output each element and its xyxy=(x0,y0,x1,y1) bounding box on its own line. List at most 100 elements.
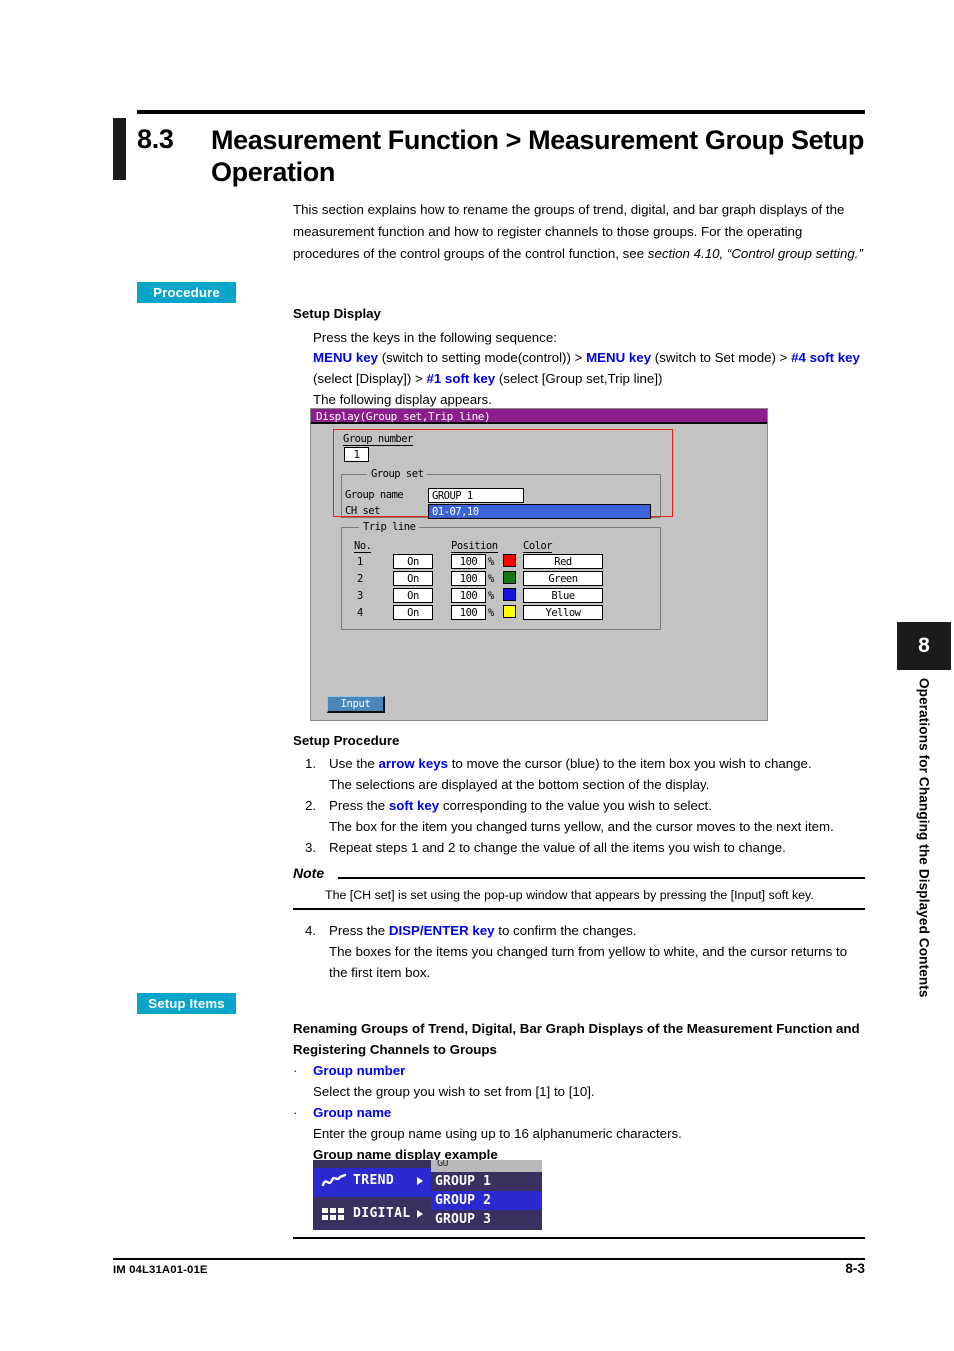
group-set-caption: Group set xyxy=(367,468,428,480)
seq-text-1: (switch to setting mode(control)) > xyxy=(378,350,587,365)
footer-rule xyxy=(113,1258,865,1260)
trip-state-field[interactable]: On xyxy=(393,554,433,569)
trip-line-caption: Trip line xyxy=(359,521,420,533)
table-row: 4 xyxy=(357,607,363,619)
setup-display-line1: Press the keys in the following sequence… xyxy=(313,330,557,345)
list-item[interactable]: GROUP 2 xyxy=(431,1191,542,1210)
menu-item-label: TREND xyxy=(353,1173,395,1188)
trip-state-field[interactable]: On xyxy=(393,605,433,620)
input-soft-key-label: Input xyxy=(340,698,371,710)
percent-sign: % xyxy=(488,590,494,602)
procedure-step-3: 3. Repeat steps 1 and 2 to change the va… xyxy=(305,837,875,858)
menu-key-1: MENU key xyxy=(313,350,379,365)
soft-key-4: #4 soft key xyxy=(791,350,860,365)
color-swatch xyxy=(503,588,516,601)
device-screen: Display(Group set,Trip line) Group numbe… xyxy=(310,408,768,721)
seq-text-3: (select [Display]) > xyxy=(313,371,427,386)
color-swatch xyxy=(503,571,516,584)
setup-display-heading: Setup Display xyxy=(293,306,381,321)
step-number: 1. xyxy=(305,756,317,771)
trip-color-field[interactable]: Yellow xyxy=(523,605,603,620)
note-body: The [CH set] is set using the pop-up win… xyxy=(325,888,814,902)
arrow-keys-key: arrow keys xyxy=(378,756,449,771)
chapter-tab-text: Operations for Changing the Displayed Co… xyxy=(916,678,932,998)
bullet-group-name: · Group name xyxy=(293,1102,391,1123)
section-number: 8.3 xyxy=(137,124,174,154)
step-number: 4. xyxy=(305,923,317,938)
disp-enter-key: DISP/ENTER key xyxy=(388,923,495,938)
trip-state-field[interactable]: On xyxy=(393,571,433,586)
step-post: to move the cursor (blue) to the item bo… xyxy=(448,756,812,771)
bullet-dot: · xyxy=(293,1105,298,1120)
bullet-group-number-desc: Select the group you wish to set from [1… xyxy=(313,1084,595,1099)
step-number: 3. xyxy=(305,840,317,855)
trip-color-field[interactable]: Blue xyxy=(523,588,603,603)
group-list: GROUP 1 GROUP 2 GROUP 3 xyxy=(431,1172,542,1230)
procedure-step-4: 4. Press the DISP/ENTER key to confirm t… xyxy=(305,920,875,941)
chapter-tab-block: 8 xyxy=(897,622,951,670)
menu-item-digital[interactable]: DIGITAL xyxy=(313,1201,431,1230)
note-rule-bottom xyxy=(293,908,865,910)
ch-set-label: CH set xyxy=(345,505,380,517)
bullet-label: Group name xyxy=(313,1105,392,1120)
table-row: 2 xyxy=(357,573,363,585)
percent-sign: % xyxy=(488,573,494,585)
device-title-text: Display(Group set,Trip line) xyxy=(316,410,491,423)
trip-color-field[interactable]: Green xyxy=(523,571,603,586)
trip-state-field[interactable]: On xyxy=(393,588,433,603)
note-rule-top xyxy=(338,877,865,879)
list-item[interactable]: GROUP 1 xyxy=(431,1172,542,1191)
step-pre: Press the xyxy=(329,923,389,938)
group-number-field[interactable]: 1 xyxy=(344,447,369,462)
trip-position-field[interactable]: 100 xyxy=(451,554,486,569)
table-row: 1 xyxy=(357,556,363,568)
group-name-field[interactable]: GROUP 1 xyxy=(428,488,524,503)
seq-text-4: (select [Group set,Trip line]) xyxy=(495,371,663,386)
soft-key-key: soft key xyxy=(388,798,440,813)
ch-set-field[interactable]: 01-07,10 xyxy=(428,504,651,519)
procedure-step-1-sub: The selections are displayed at the bott… xyxy=(329,777,710,792)
step-text: Use the arrow keys to move the cursor (b… xyxy=(329,753,875,774)
column-color: Color xyxy=(523,540,553,553)
intro-italic-1: section 4.10, xyxy=(647,246,724,261)
chevron-right-icon xyxy=(417,1177,423,1185)
table-row: 3 xyxy=(357,590,363,602)
chevron-right-icon xyxy=(417,1210,423,1218)
procedure-badge: Procedure xyxy=(137,282,236,303)
bullet-label: Group number xyxy=(313,1063,406,1078)
soft-key-1: #1 soft key xyxy=(426,371,496,386)
digital-grid-icon xyxy=(321,1206,347,1224)
list-item[interactable]: GROUP 3 xyxy=(431,1210,542,1229)
footer-page-number: 8-3 xyxy=(845,1261,865,1276)
chapter-marker-bar xyxy=(113,118,126,180)
trip-position-field[interactable]: 100 xyxy=(451,605,486,620)
trip-color-field[interactable]: Red xyxy=(523,554,603,569)
input-soft-key[interactable]: Input xyxy=(327,696,385,713)
step-pre: Use the xyxy=(329,756,379,771)
step-post: to confirm the changes. xyxy=(494,923,637,938)
step-post: corresponding to the value you wish to s… xyxy=(439,798,712,813)
key-sequence: MENU key (switch to setting mode(control… xyxy=(313,347,865,389)
percent-sign: % xyxy=(488,607,494,619)
menu-item-trend[interactable]: TREND xyxy=(313,1168,431,1197)
procedure-step-1: 1. Use the arrow keys to move the cursor… xyxy=(305,753,875,774)
setup-display-line3: The following display appears. xyxy=(313,392,492,407)
group-name-label: Group name xyxy=(345,489,404,501)
intro-italic-2: “Control group setting.” xyxy=(726,246,863,261)
column-no: No. xyxy=(354,540,372,553)
example-rule xyxy=(293,1237,865,1239)
column-position: Position xyxy=(451,540,498,553)
trip-line-box xyxy=(341,527,661,630)
color-swatch xyxy=(503,554,516,567)
page-title: Measurement Function > Measurement Group… xyxy=(211,125,864,187)
trip-position-field[interactable]: 100 xyxy=(451,571,486,586)
bullet-group-name-desc: Enter the group name using up to 16 alph… xyxy=(313,1126,682,1141)
bullet-dot: · xyxy=(293,1063,298,1078)
trend-waveform-icon xyxy=(321,1173,347,1191)
menu-item-label: DIGITAL xyxy=(353,1206,411,1221)
procedure-step-4-sub: The boxes for the items you changed turn… xyxy=(329,944,848,980)
intro-paragraph: This section explains how to rename the … xyxy=(293,199,865,265)
seq-text-2: (switch to Set mode) > xyxy=(651,350,792,365)
trip-position-field[interactable]: 100 xyxy=(451,588,486,603)
step-number: 2. xyxy=(305,798,317,813)
